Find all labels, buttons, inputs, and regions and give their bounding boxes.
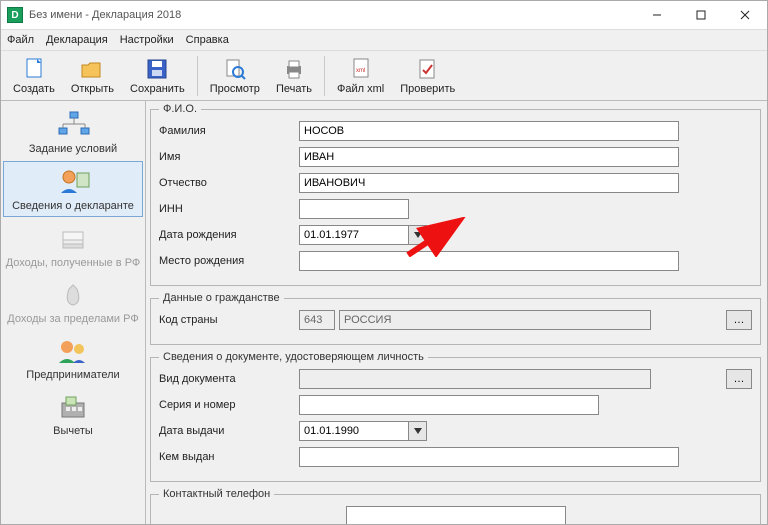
menubar: Файл Декларация Настройки Справка — [1, 29, 767, 51]
file-new-icon — [22, 57, 46, 81]
print-button[interactable]: Печать — [268, 55, 320, 97]
app-window: D Без имени - Декларация 2018 Файл Декла… — [0, 0, 768, 525]
register-icon — [55, 391, 91, 423]
fieldset-document: Сведения о документе, удостоверяющем лич… — [150, 351, 761, 482]
money-stack-icon — [55, 223, 91, 255]
label-doc-type: Вид документа — [159, 373, 299, 385]
menu-declaration[interactable]: Декларация — [46, 34, 108, 46]
label-issue-date: Дата выдачи — [159, 425, 299, 437]
magnifier-icon — [223, 57, 247, 81]
fieldset-contact: Контактный телефон — [150, 488, 761, 524]
country-lookup-button[interactable]: … — [726, 310, 752, 330]
separator — [197, 56, 198, 96]
folder-open-icon — [80, 57, 104, 81]
label-doc-series: Серия и номер — [159, 399, 299, 411]
minimize-button[interactable] — [635, 1, 679, 29]
window-title: Без имени - Декларация 2018 — [29, 9, 181, 21]
input-lastname[interactable] — [299, 121, 679, 141]
input-pob[interactable] — [299, 251, 679, 271]
legend-fio: Ф.И.О. — [159, 103, 201, 115]
fieldset-citizenship: Данные о гражданстве Код страны … — [150, 292, 761, 345]
input-firstname[interactable] — [299, 147, 679, 167]
checkmark-icon — [416, 57, 440, 81]
titlebar: D Без имени - Декларация 2018 — [1, 1, 767, 29]
sidebar-item-income-rf[interactable]: Доходы, полученные в РФ — [3, 219, 143, 273]
fieldset-fio: Ф.И.О. Фамилия Имя Отчество ИНН Дата рож… — [150, 103, 761, 286]
create-button[interactable]: Создать — [5, 55, 63, 97]
printer-icon — [282, 57, 306, 81]
sidebar-item-income-abroad[interactable]: Доходы за пределами РФ — [3, 275, 143, 329]
sidebar-item-deductions[interactable]: Вычеты — [3, 387, 143, 441]
input-country-name — [339, 310, 651, 330]
label-inn: ИНН — [159, 203, 299, 215]
close-button[interactable] — [723, 1, 767, 29]
label-lastname: Фамилия — [159, 125, 299, 137]
menu-help[interactable]: Справка — [186, 34, 229, 46]
input-country-code — [299, 310, 335, 330]
xml-button[interactable]: xml Файл xml — [329, 55, 392, 97]
legend-contact: Контактный телефон — [159, 488, 274, 500]
open-button[interactable]: Открыть — [63, 55, 122, 97]
sidebar-item-declarant[interactable]: Сведения о декларанте — [3, 161, 143, 217]
label-firstname: Имя — [159, 151, 299, 163]
input-issued-by[interactable] — [299, 447, 679, 467]
legend-document: Сведения о документе, удостоверяющем лич… — [159, 351, 428, 363]
legend-citizenship: Данные о гражданстве — [159, 292, 284, 304]
label-issued-by: Кем выдан — [159, 451, 299, 463]
file-xml-icon: xml — [349, 57, 373, 81]
label-patronymic: Отчество — [159, 177, 299, 189]
toolbar: Создать Открыть Сохранить Просмотр Печат… — [1, 51, 767, 101]
sidebar-item-conditions[interactable]: Задание условий — [3, 105, 143, 159]
money-bag-icon — [55, 279, 91, 311]
doc-type-lookup-button[interactable]: … — [726, 369, 752, 389]
input-issue-date[interactable] — [299, 421, 409, 441]
maximize-button[interactable] — [679, 1, 723, 29]
input-doc-type — [299, 369, 651, 389]
separator — [324, 56, 325, 96]
label-dob: Дата рождения — [159, 229, 299, 241]
input-inn[interactable] — [299, 199, 409, 219]
input-patronymic[interactable] — [299, 173, 679, 193]
save-button[interactable]: Сохранить — [122, 55, 193, 97]
svg-text:xml: xml — [356, 68, 365, 74]
menu-file[interactable]: Файл — [7, 34, 34, 46]
input-phone[interactable] — [346, 506, 566, 524]
dob-dropdown[interactable] — [409, 225, 427, 245]
issue-date-dropdown[interactable] — [409, 421, 427, 441]
input-dob[interactable] — [299, 225, 409, 245]
main-panel: Ф.И.О. Фамилия Имя Отчество ИНН Дата рож… — [146, 101, 767, 524]
person-card-icon — [55, 166, 91, 198]
menu-settings[interactable]: Настройки — [120, 34, 174, 46]
label-country-code: Код страны — [159, 314, 299, 326]
sidebar-item-entrepreneurs[interactable]: Предприниматели — [3, 331, 143, 385]
app-icon: D — [7, 7, 23, 23]
label-pob: Место рождения — [159, 255, 299, 267]
check-button[interactable]: Проверить — [392, 55, 463, 97]
people-icon — [55, 335, 91, 367]
input-doc-series[interactable] — [299, 395, 599, 415]
tree-icon — [55, 109, 91, 141]
floppy-icon — [145, 57, 169, 81]
preview-button[interactable]: Просмотр — [202, 55, 268, 97]
sidebar: Задание условий Сведения о декларанте До… — [1, 101, 146, 524]
